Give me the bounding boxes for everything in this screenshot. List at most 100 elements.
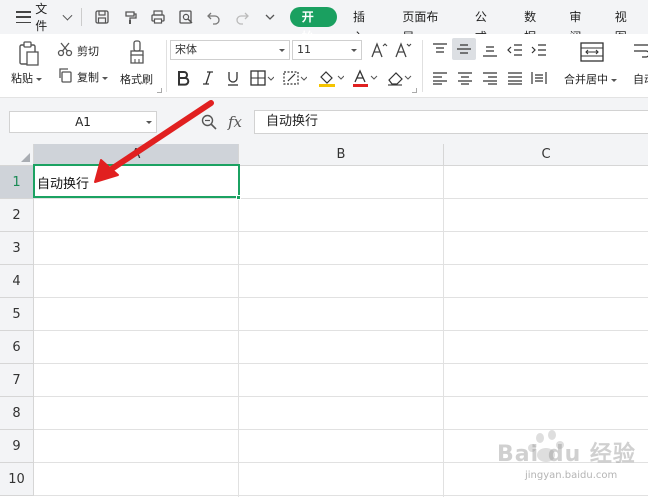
copy-label[interactable]: 复制 [77, 69, 108, 85]
italic-icon [203, 71, 213, 85]
gridline [34, 264, 648, 265]
font-color-icon [353, 69, 378, 87]
undo-icon[interactable] [206, 9, 222, 25]
wrap-text-label[interactable]: 自动 [633, 71, 648, 87]
fx-icon[interactable]: fx [228, 113, 242, 131]
file-menu-label: 文件 [35, 2, 48, 33]
spreadsheet-app: 文件 开始 插入 页面布局 公式 数据 审阅 视图 [0, 0, 648, 497]
borders-button[interactable] [250, 68, 274, 88]
row-header[interactable]: 2 [0, 199, 34, 232]
wrap-text-button[interactable] [632, 40, 648, 64]
font-size-select[interactable]: 11 [292, 40, 362, 60]
redo-icon[interactable] [234, 9, 250, 25]
align-bottom-icon [483, 46, 497, 57]
indent-decrease-icon [507, 44, 522, 56]
align-center-button[interactable] [455, 68, 475, 88]
scissors-icon [57, 42, 73, 57]
row-header[interactable]: 7 [0, 364, 34, 397]
row-header[interactable]: 5 [0, 298, 34, 331]
underline-icon [228, 72, 238, 86]
save-icon[interactable] [94, 9, 110, 25]
format-painter-label[interactable]: 格式刷 [120, 71, 153, 87]
ribbon-divider [422, 40, 423, 92]
tab-formulas[interactable]: 公式 [465, 7, 508, 44]
brush-icon [130, 40, 144, 64]
tab-page-layout[interactable]: 页面布局 [392, 7, 459, 44]
decrease-indent-button[interactable] [505, 40, 525, 60]
row-header[interactable]: 8 [0, 397, 34, 430]
paste-icon [19, 41, 39, 66]
indent-increase-icon [531, 44, 546, 56]
merge-center-label[interactable]: 合并居中 [564, 71, 617, 87]
name-box[interactable]: A1 [9, 111, 157, 133]
italic-button[interactable] [200, 68, 216, 88]
chevron-down-icon [62, 10, 73, 20]
borders-icon [250, 70, 274, 86]
fill-color-button[interactable] [318, 68, 344, 88]
align-right-button[interactable] [480, 68, 500, 88]
gridline [34, 396, 648, 397]
bold-icon [178, 71, 190, 86]
tab-insert[interactable]: 插入 [343, 7, 386, 44]
align-right-icon [483, 72, 497, 85]
print-icon[interactable] [150, 9, 166, 25]
cell-a1[interactable]: 自动换行 [37, 173, 89, 192]
align-center-icon [458, 72, 472, 85]
column-header-a[interactable]: A [34, 144, 239, 166]
format-painter-icon[interactable] [122, 9, 138, 25]
tab-review[interactable]: 审阅 [559, 7, 602, 44]
column-header-c[interactable]: C [444, 144, 648, 166]
bold-button[interactable] [174, 68, 192, 88]
align-left-icon [433, 72, 447, 85]
align-top-button[interactable] [430, 40, 450, 60]
increase-font-button[interactable] [370, 40, 388, 60]
cell-style-button[interactable] [283, 68, 307, 88]
underline-button[interactable] [224, 68, 242, 88]
row-header[interactable]: 1 [0, 166, 34, 199]
paste-label[interactable]: 粘贴 [11, 70, 42, 86]
font-launcher-icon[interactable] [412, 88, 417, 93]
tab-home[interactable]: 开始 [289, 7, 338, 44]
font-increase-icon [371, 42, 388, 58]
distributed-align-button[interactable] [529, 68, 549, 88]
distributed-icon [531, 72, 547, 84]
formula-input[interactable]: 自动换行 [254, 110, 648, 134]
zoom-icon[interactable] [200, 113, 218, 131]
gridline [34, 231, 648, 232]
font-color-button[interactable] [352, 68, 378, 88]
more-icon[interactable] [262, 9, 278, 25]
row-header[interactable]: 6 [0, 331, 34, 364]
copy-button[interactable] [56, 66, 74, 84]
format-painter-button[interactable] [125, 39, 149, 67]
cut-button[interactable] [56, 40, 74, 58]
align-middle-button[interactable] [452, 38, 476, 60]
font-name-select[interactable]: 宋体 [170, 40, 290, 60]
eraser-icon [388, 72, 412, 86]
select-all-icon [21, 153, 30, 162]
align-bottom-button[interactable] [480, 40, 500, 60]
row-header[interactable]: 9 [0, 430, 34, 463]
row-header[interactable]: 4 [0, 265, 34, 298]
font-decrease-icon [395, 42, 412, 58]
increase-indent-button[interactable] [529, 40, 549, 60]
file-menu[interactable]: 文件 [0, 0, 73, 34]
tab-view[interactable]: 视图 [605, 7, 648, 44]
clear-button[interactable] [386, 68, 412, 88]
paste-button[interactable] [14, 40, 44, 68]
fill-handle[interactable] [236, 195, 241, 200]
align-top-icon [433, 43, 447, 53]
column-header-b[interactable]: B [239, 144, 444, 166]
justify-button[interactable] [505, 68, 525, 88]
clipboard-launcher-icon[interactable] [157, 88, 162, 93]
merge-center-button[interactable] [578, 40, 606, 64]
paint-bucket-icon [319, 71, 344, 87]
decrease-font-button[interactable] [394, 40, 412, 60]
align-left-button[interactable] [430, 68, 450, 88]
select-all-corner[interactable] [0, 144, 34, 166]
row-header[interactable]: 10 [0, 463, 34, 496]
row-header[interactable]: 3 [0, 232, 34, 265]
print-preview-icon[interactable] [178, 9, 194, 25]
ribbon: 粘贴 剪切 复制 格式刷 宋体 11 合并居中 自 [0, 34, 648, 98]
tab-data[interactable]: 数据 [514, 7, 557, 44]
cut-label[interactable]: 剪切 [77, 43, 99, 59]
